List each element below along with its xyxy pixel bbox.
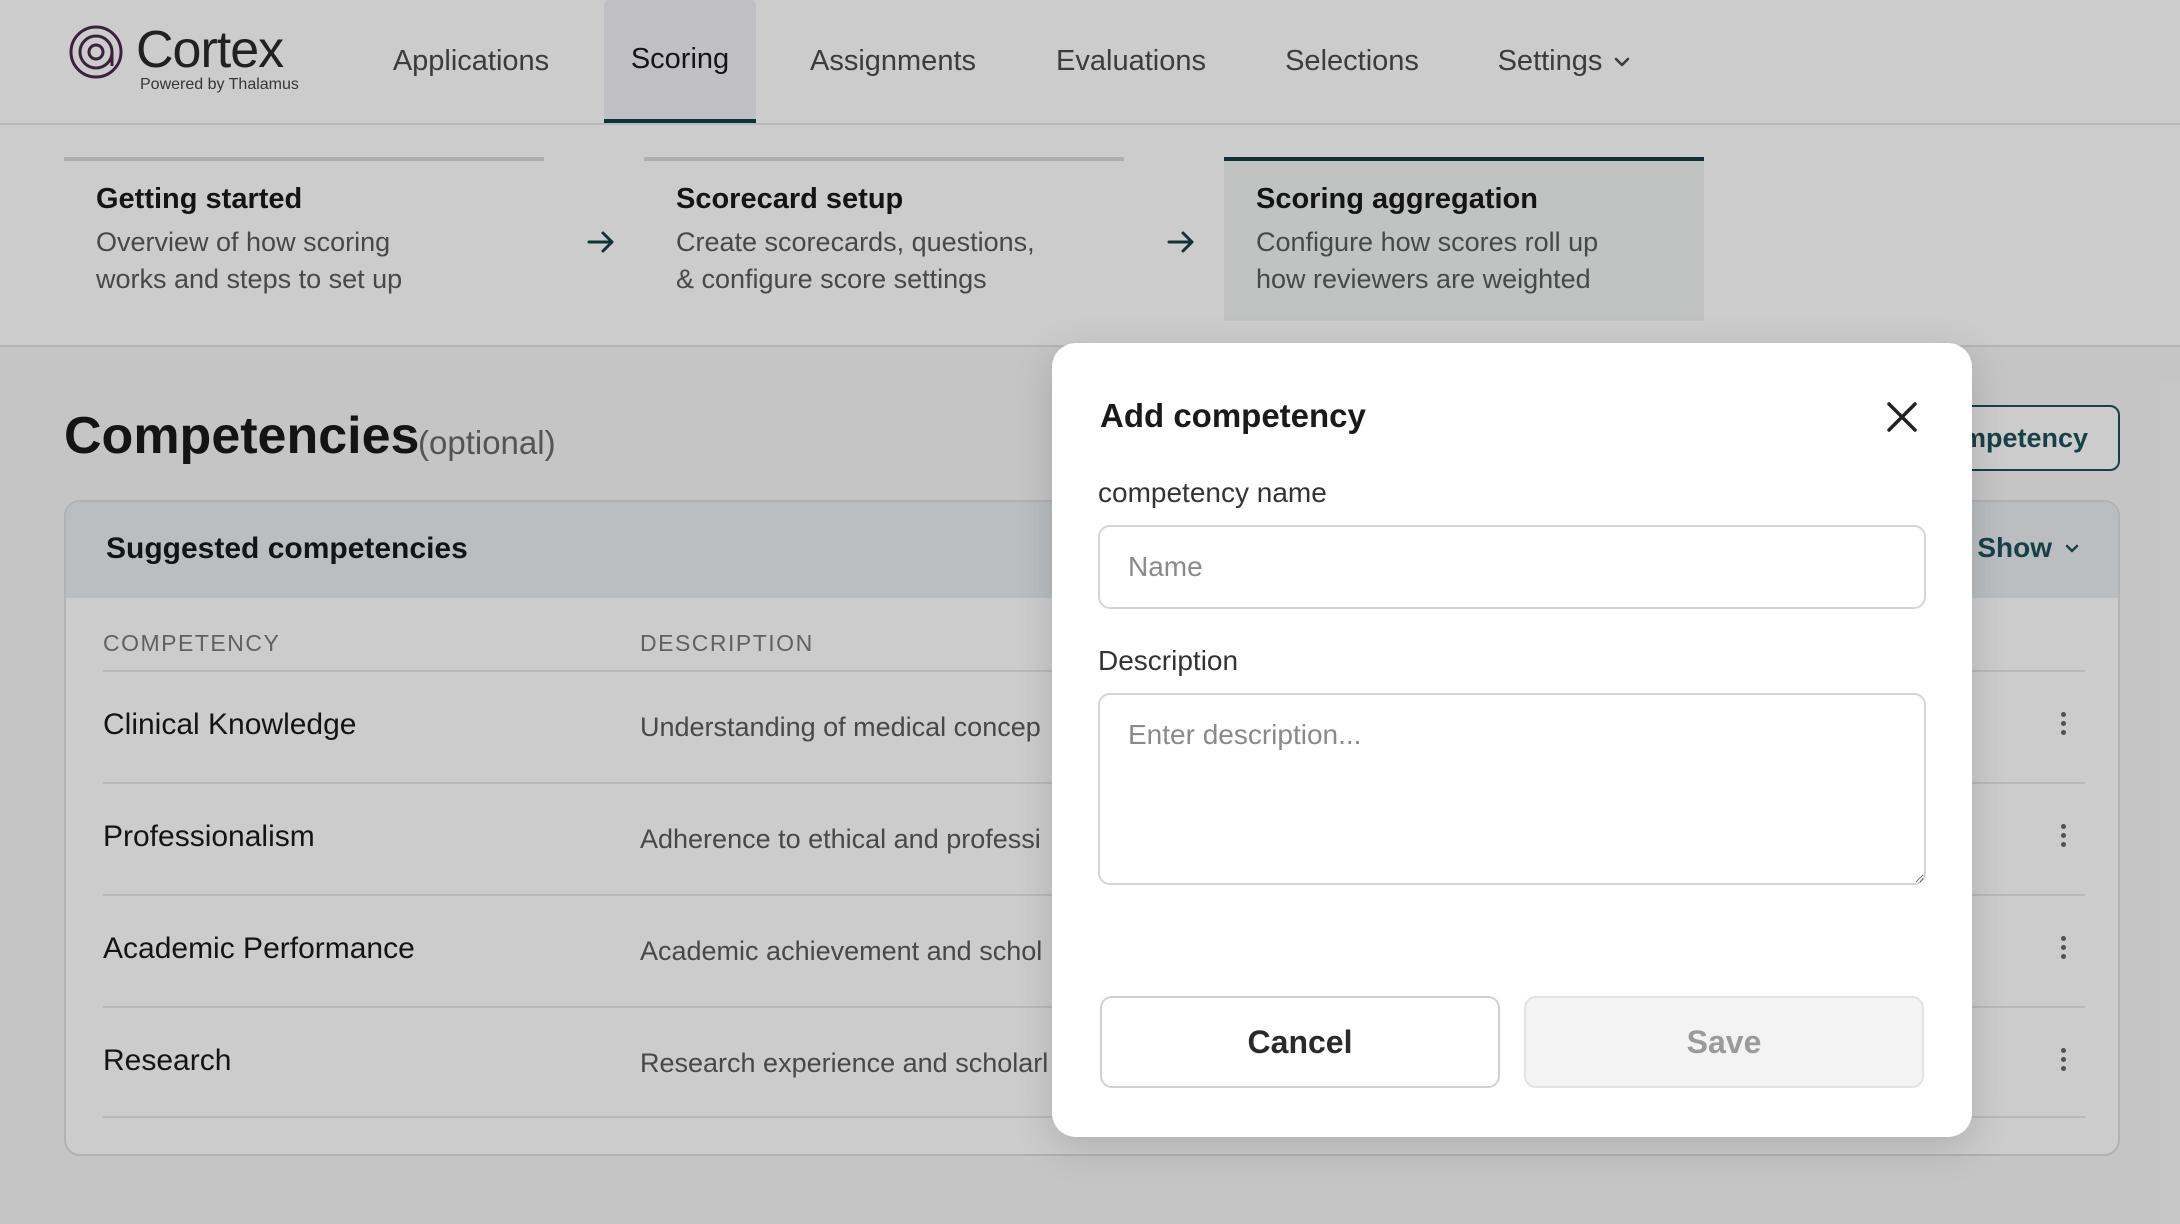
add-competency-dialog: Add competency competency name Descripti…: [1052, 343, 1972, 1137]
cancel-button[interactable]: Cancel: [1100, 996, 1500, 1088]
save-button[interactable]: Save: [1524, 996, 1924, 1088]
description-textarea[interactable]: [1098, 693, 1926, 885]
close-icon[interactable]: [1884, 399, 1920, 435]
dialog-title: Add competency: [1100, 397, 1366, 434]
competency-name-input[interactable]: [1098, 525, 1926, 609]
competency-name-label: competency name: [1098, 477, 1327, 508]
description-label: Description: [1098, 645, 1239, 676]
